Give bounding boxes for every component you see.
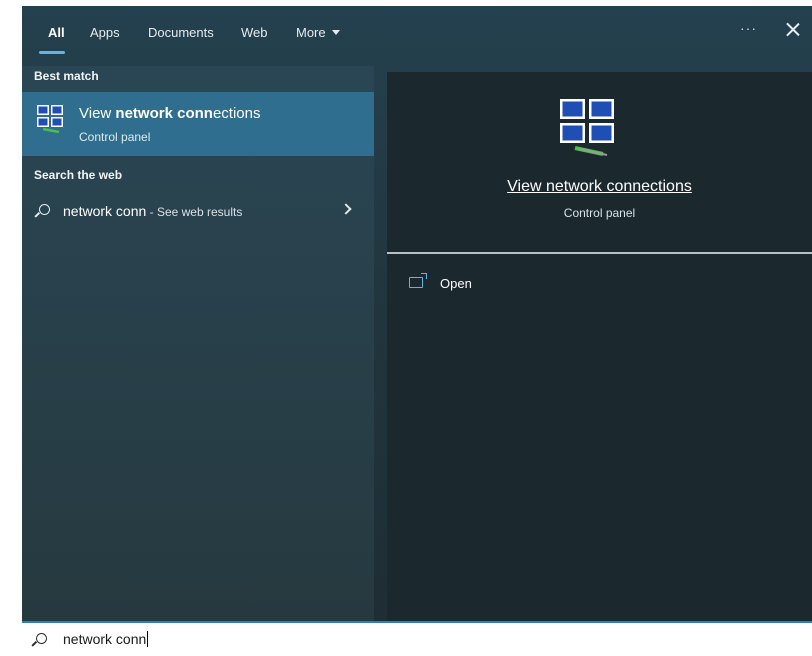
network-connections-icon	[560, 99, 614, 156]
tab-web[interactable]: Web	[241, 25, 268, 40]
details-pane: View network connections Control panel O…	[387, 72, 812, 621]
tab-apps[interactable]: Apps	[90, 25, 120, 40]
search-flyout: All Apps Documents Web More ··· Best mat…	[22, 6, 812, 621]
open-icon	[409, 273, 427, 288]
best-match-title-suffix: ections	[212, 105, 261, 122]
search-input[interactable]: network conn	[63, 631, 149, 647]
search-bar[interactable]: network conn	[22, 621, 812, 656]
tab-more[interactable]: More	[296, 25, 340, 40]
best-match-heading: Best match	[34, 69, 99, 83]
best-match-subtitle: Control panel	[79, 130, 151, 144]
best-match-title: View network connections	[79, 105, 260, 122]
web-result-text: network conn - See web results	[63, 203, 242, 219]
web-result-query: network conn	[63, 203, 147, 219]
tab-more-label: More	[296, 25, 326, 40]
divider	[387, 252, 812, 254]
text-cursor	[147, 631, 149, 647]
best-match-title-highlight: network conn	[115, 105, 213, 122]
filter-tabs: All Apps Documents Web More ···	[22, 6, 812, 58]
network-connections-icon	[37, 105, 63, 133]
open-action[interactable]: Open	[409, 273, 609, 298]
chevron-down-icon	[331, 30, 340, 36]
tab-all[interactable]: All	[48, 25, 65, 40]
best-match-title-prefix: View	[79, 105, 116, 122]
details-title[interactable]: View network connections	[387, 178, 812, 196]
best-match-item[interactable]: View network connections Control panel	[22, 92, 374, 156]
web-result-item[interactable]: network conn - See web results	[22, 196, 374, 226]
more-options-button[interactable]: ···	[740, 20, 757, 36]
search-input-value: network conn	[63, 631, 147, 647]
web-result-suffix: - See web results	[146, 205, 243, 219]
search-icon	[34, 204, 50, 220]
search-web-heading: Search the web	[34, 168, 123, 182]
active-tab-indicator	[39, 51, 65, 54]
close-icon[interactable]	[782, 19, 804, 41]
chevron-right-icon[interactable]	[340, 203, 352, 215]
tab-documents[interactable]: Documents	[148, 25, 214, 40]
search-icon	[31, 633, 47, 649]
details-subtitle: Control panel	[563, 206, 636, 220]
open-action-label: Open	[440, 276, 472, 291]
